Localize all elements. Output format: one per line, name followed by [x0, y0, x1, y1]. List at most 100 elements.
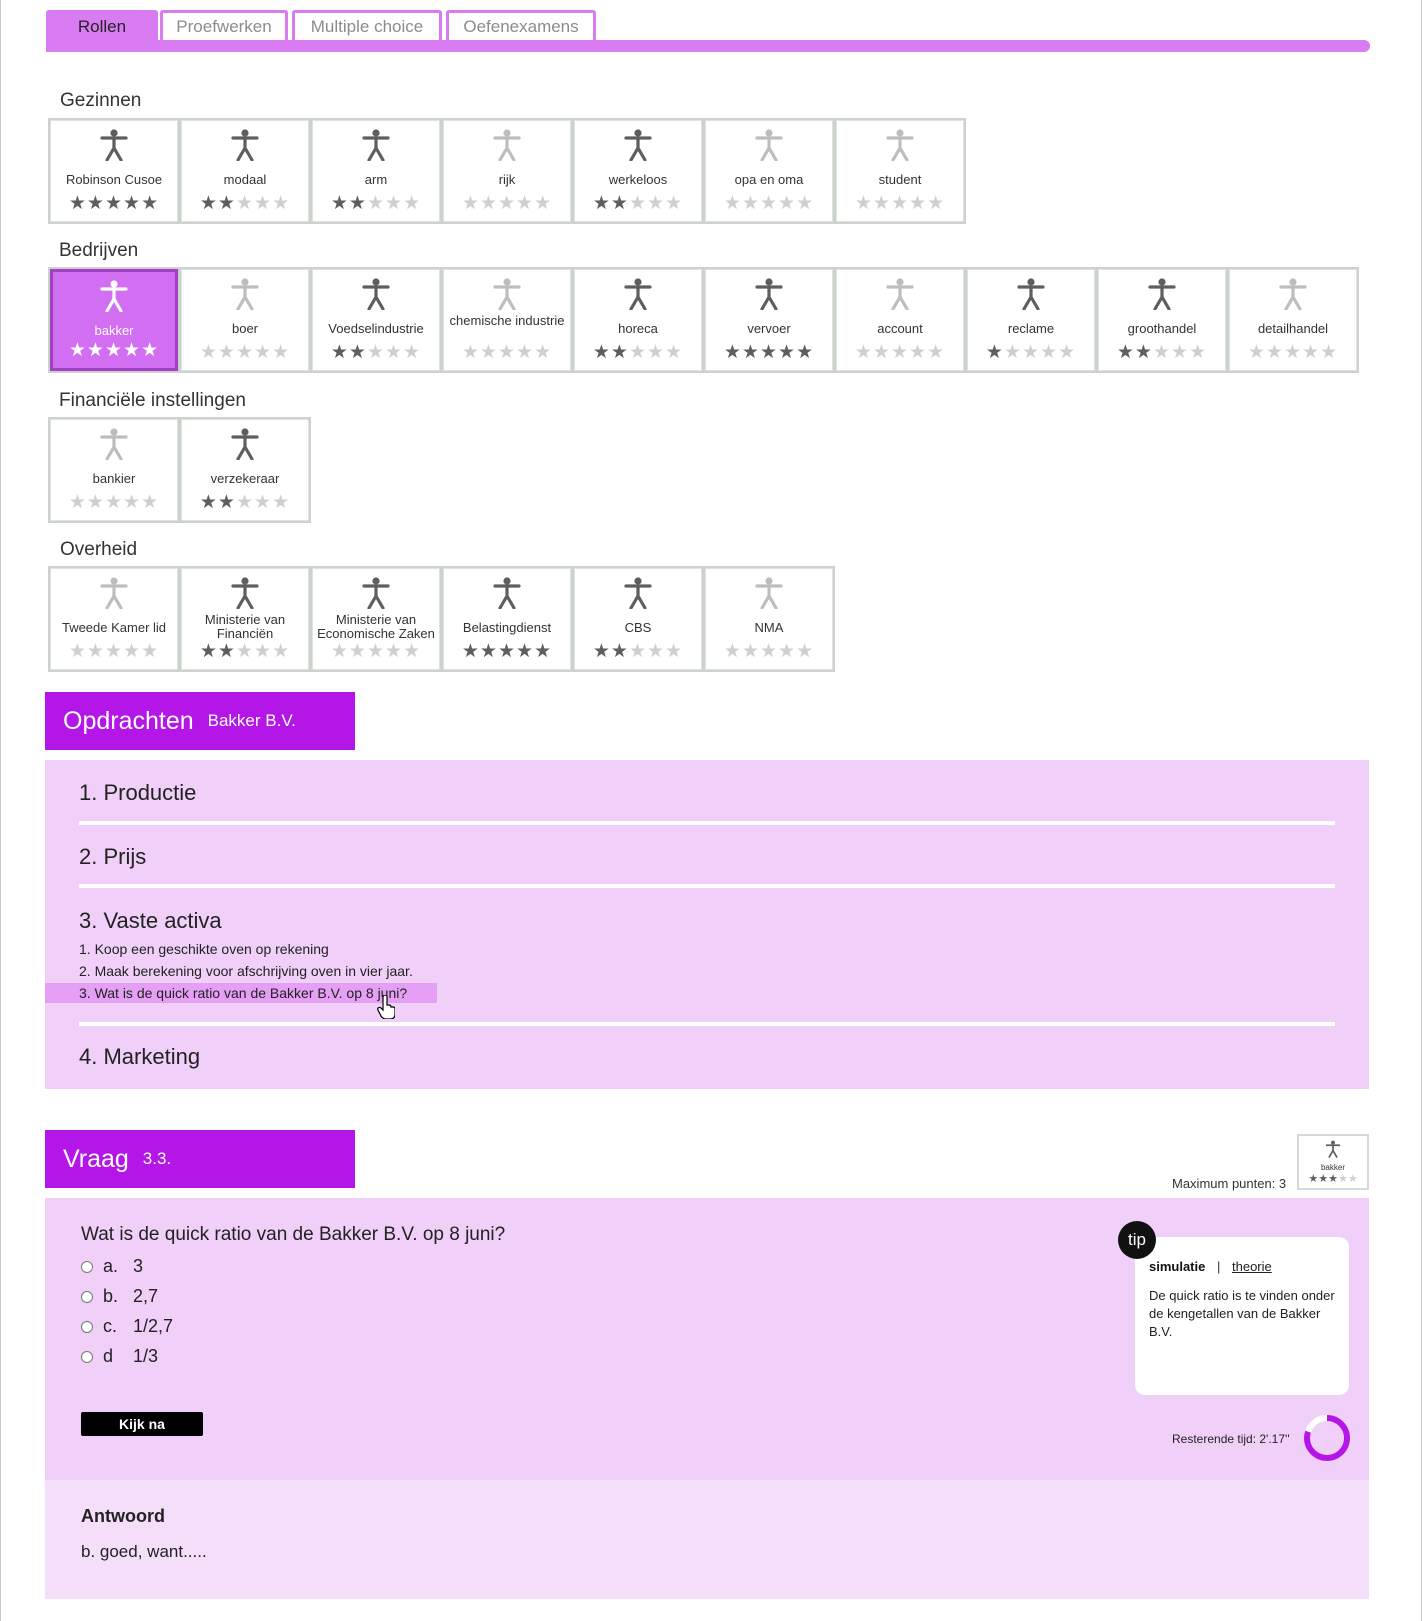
role-card[interactable]: bakker ★★★★★ — [50, 269, 178, 371]
star-icon: ★ — [217, 342, 236, 363]
assignments-header: Opdrachten Bakker B.V. — [45, 692, 355, 750]
star-icon: ★ — [461, 641, 480, 662]
tip-badge[interactable]: tip — [1118, 1221, 1156, 1259]
role-card[interactable]: boer ★★★★★ — [181, 269, 309, 371]
tab-rollen[interactable]: Rollen — [46, 10, 158, 40]
role-card[interactable]: detailhandel ★★★★★ — [1229, 269, 1357, 371]
role-card[interactable]: CBS ★★★★★ — [574, 568, 702, 670]
role-card[interactable]: Ministerie van Economische Zaken ★★★★★ — [312, 568, 440, 670]
role-card[interactable]: horeca ★★★★★ — [574, 269, 702, 371]
person-icon — [231, 428, 259, 460]
star-icon: ★ — [254, 641, 273, 662]
star-icon: ★ — [1265, 342, 1284, 363]
person-icon — [755, 278, 783, 310]
option-a[interactable]: a. 3 — [81, 1256, 143, 1277]
star-icon: ★ — [927, 193, 946, 214]
role-card[interactable]: opa en oma ★★★★★ — [705, 120, 833, 222]
assignment-prijs[interactable]: 2. Prijs — [79, 844, 146, 870]
answer-text: b. goed, want..... — [81, 1542, 207, 1561]
star-rating: ★★★★★ — [51, 194, 177, 213]
role-card[interactable]: groothandel ★★★★★ — [1098, 269, 1226, 371]
tab-proefwerken[interactable]: Proefwerken — [160, 10, 288, 40]
star-icon: ★ — [141, 641, 160, 662]
star-rating: ★★★★★ — [575, 343, 701, 362]
star-icon: ★ — [854, 342, 873, 363]
role-card[interactable]: NMA ★★★★★ — [705, 568, 833, 670]
star-icon: ★ — [796, 193, 815, 214]
assignment-vaste-activa[interactable]: 3. Vaste activa — [79, 908, 222, 934]
category-title-financiele-instellingen: Financiële instellingen — [59, 390, 246, 411]
star-icon: ★ — [123, 492, 142, 513]
role-card[interactable]: Ministerie van Financiën ★★★★★ — [181, 568, 309, 670]
star-icon: ★ — [534, 342, 553, 363]
tip-tab-simulatie[interactable]: simulatie — [1149, 1259, 1205, 1274]
role-card[interactable]: rijk ★★★★★ — [443, 120, 571, 222]
star-icon: ★ — [68, 340, 87, 361]
tab-multiple-choice[interactable]: Multiple choice — [292, 10, 442, 40]
subassignment-2[interactable]: 2. Maak berekening voor afschrijving ove… — [79, 961, 413, 981]
role-card[interactable]: werkeloos ★★★★★ — [574, 120, 702, 222]
person-icon — [362, 278, 390, 310]
star-icon: ★ — [385, 342, 404, 363]
person-icon — [362, 577, 390, 609]
mini-role-card: bakker ★★★★★ — [1297, 1134, 1369, 1190]
role-card[interactable]: chemische industrie ★★★★★ — [443, 269, 571, 371]
star-icon: ★ — [1283, 342, 1303, 363]
person-icon — [886, 129, 914, 161]
radio-b[interactable] — [81, 1290, 93, 1303]
person-icon — [493, 129, 521, 161]
option-d[interactable]: d 1/3 — [81, 1346, 158, 1367]
star-icon: ★ — [759, 193, 779, 214]
radio-c[interactable] — [81, 1320, 93, 1333]
person-icon — [493, 278, 521, 310]
question-number: 3.3. — [142, 1149, 172, 1168]
role-card[interactable]: Robinson Cusoe ★★★★★ — [50, 120, 178, 222]
option-c[interactable]: c. 1/2,7 — [81, 1316, 173, 1337]
star-icon: ★ — [628, 193, 648, 214]
timer-ring-icon — [1304, 1415, 1350, 1461]
role-card[interactable]: Voedselindustrie ★★★★★ — [312, 269, 440, 371]
star-icon: ★ — [592, 641, 611, 662]
star-icon: ★ — [1347, 1173, 1358, 1185]
radio-a[interactable] — [81, 1260, 93, 1273]
star-icon: ★ — [330, 641, 349, 662]
person-icon — [1148, 278, 1176, 310]
role-card[interactable]: vervoer ★★★★★ — [705, 269, 833, 371]
role-card[interactable]: reclame ★★★★★ — [967, 269, 1095, 371]
role-card[interactable]: student ★★★★★ — [836, 120, 964, 222]
person-icon — [231, 278, 259, 310]
person-icon — [755, 577, 783, 609]
radio-d[interactable] — [81, 1350, 93, 1363]
star-icon: ★ — [199, 492, 218, 513]
option-b[interactable]: b. 2,7 — [81, 1286, 158, 1307]
check-answer-button[interactable]: Kijk na — [81, 1412, 203, 1436]
tip-tab-theorie[interactable]: theorie — [1232, 1259, 1272, 1274]
role-card[interactable]: verzekeraar ★★★★★ — [181, 419, 309, 521]
role-card[interactable]: account ★★★★★ — [836, 269, 964, 371]
assignment-marketing[interactable]: 4. Marketing — [79, 1044, 200, 1070]
star-rating: ★★★★★ — [706, 343, 832, 362]
role-card[interactable]: Belastingdienst ★★★★★ — [443, 568, 571, 670]
star-icon: ★ — [534, 641, 553, 662]
star-icon: ★ — [592, 342, 611, 363]
star-icon: ★ — [665, 641, 684, 662]
person-icon — [362, 129, 390, 161]
role-card[interactable]: bankier ★★★★★ — [50, 419, 178, 521]
star-icon: ★ — [366, 193, 386, 214]
star-icon: ★ — [86, 492, 105, 513]
star-icon: ★ — [723, 342, 742, 363]
role-card[interactable]: modaal ★★★★★ — [181, 120, 309, 222]
star-rating: ★★★★★ — [313, 642, 439, 661]
role-card[interactable]: arm ★★★★★ — [312, 120, 440, 222]
subassignment-1[interactable]: 1. Koop een geschikte oven op rekening — [79, 939, 329, 959]
timer-label: Resterende tijd: 2'.17'' — [1172, 1432, 1290, 1446]
star-icon: ★ — [610, 342, 629, 363]
option-value: 1/2,7 — [133, 1316, 174, 1336]
person-icon — [624, 577, 652, 609]
assignment-productie[interactable]: 1. Productie — [79, 780, 196, 806]
tab-oefenexamens[interactable]: Oefenexamens — [446, 10, 596, 40]
star-icon: ★ — [104, 193, 124, 214]
star-icon: ★ — [68, 193, 87, 214]
star-icon: ★ — [141, 193, 160, 214]
role-card[interactable]: Tweede Kamer lid ★★★★★ — [50, 568, 178, 670]
